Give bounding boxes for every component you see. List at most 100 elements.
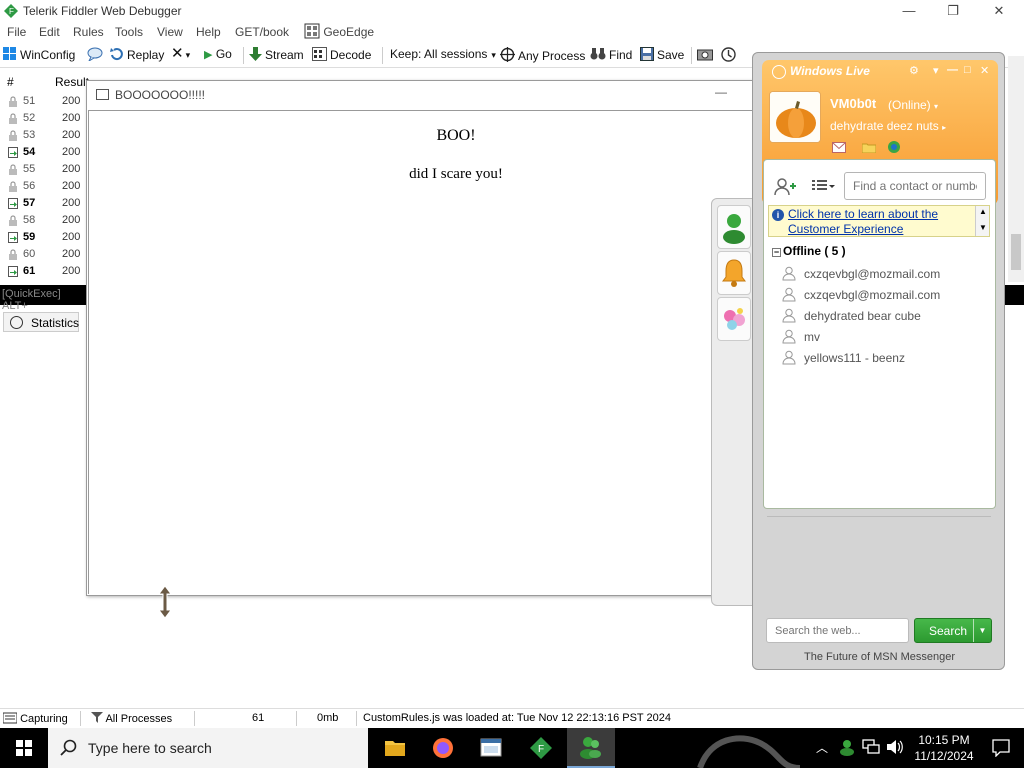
- fiddler-logo-icon: F: [530, 737, 552, 759]
- mail-icon[interactable]: [832, 142, 846, 153]
- volume-icon[interactable]: [886, 739, 904, 755]
- messenger-close-button[interactable]: ✕: [980, 64, 989, 77]
- search-web-input[interactable]: [766, 618, 909, 643]
- taskbar-window[interactable]: [467, 728, 515, 768]
- find-button[interactable]: Find: [590, 47, 632, 62]
- remove-button[interactable]: ✕ ▾: [171, 46, 190, 61]
- process-filter[interactable]: All Processes: [91, 712, 172, 725]
- scrollbar-thumb[interactable]: [1011, 234, 1021, 270]
- chevron-down-icon[interactable]: ▾: [933, 64, 939, 77]
- chevron-up-icon: ▲: [979, 207, 987, 216]
- replay-button[interactable]: Replay: [110, 47, 164, 62]
- session-result: 200: [62, 265, 81, 277]
- table-row[interactable]: 53 200: [0, 127, 88, 144]
- menu-file[interactable]: File: [7, 25, 26, 39]
- network-icon[interactable]: [862, 739, 880, 755]
- menu-rules[interactable]: Rules: [73, 25, 104, 39]
- boo-minimize-button[interactable]: —: [715, 85, 727, 99]
- column-header-number[interactable]: #: [7, 75, 14, 89]
- clock-time: 10:15 PM: [918, 733, 970, 747]
- menu-help[interactable]: Help: [196, 25, 221, 39]
- tab-alerts[interactable]: [717, 251, 751, 295]
- notifications-icon[interactable]: [992, 739, 1010, 757]
- messenger-minimize-button[interactable]: —: [947, 64, 958, 76]
- save-button[interactable]: Save: [640, 47, 684, 62]
- table-row[interactable]: 51 200: [0, 93, 88, 110]
- minimize-button[interactable]: —: [894, 2, 924, 20]
- personal-message[interactable]: dehydrate deez nuts ▸: [830, 119, 946, 133]
- messenger-tray-icon[interactable]: [838, 738, 856, 756]
- session-number: 61: [23, 265, 36, 277]
- tab-contacts[interactable]: [717, 205, 751, 249]
- session-number: 55: [23, 163, 36, 175]
- customer-experience-banner: i Click here to learn about the Customer…: [768, 205, 990, 237]
- boo-dialog-titlebar[interactable]: BOOOOOOO!!!!! —: [87, 81, 755, 109]
- messenger-maximize-button[interactable]: □: [964, 64, 971, 76]
- table-row[interactable]: 60 200: [0, 246, 88, 263]
- keep-sessions-dropdown[interactable]: Keep: All sessions ▾: [390, 47, 496, 61]
- menu-geoedge[interactable]: GeoEdge: [304, 23, 374, 39]
- table-row[interactable]: 59 200: [0, 229, 88, 246]
- avatar[interactable]: [769, 91, 821, 143]
- sessions-list[interactable]: # Result 51 200 52 200 53 200 54 200 55 200 56 200 5…: [0, 70, 89, 282]
- taskbar-messenger[interactable]: [567, 728, 615, 768]
- column-header-result[interactable]: Result: [55, 75, 89, 89]
- banner-scrollbar[interactable]: ▲ ▼: [975, 206, 989, 236]
- add-contact-icon[interactable]: [773, 176, 797, 196]
- spaces-icon[interactable]: [887, 140, 901, 154]
- table-row[interactable]: 61 200: [0, 263, 88, 280]
- taskbar-clock[interactable]: 10:15 PM 11/12/2024: [910, 732, 978, 764]
- menu-tools[interactable]: Tools: [115, 25, 143, 39]
- tab-games[interactable]: [717, 297, 751, 341]
- taskbar-search[interactable]: Type here to search: [48, 728, 368, 768]
- table-row[interactable]: 58 200: [0, 212, 88, 229]
- capturing-toggle[interactable]: Capturing: [2, 712, 68, 725]
- display-name[interactable]: VM0b0t: [830, 96, 876, 111]
- restore-button[interactable]: ❐: [938, 2, 968, 20]
- taskbar-search-label: Type here to search: [88, 740, 212, 756]
- screenshot-button[interactable]: [697, 47, 716, 62]
- quickexec-right-edge: [1004, 285, 1024, 305]
- any-process-button[interactable]: Any Process: [500, 47, 585, 63]
- quickexec-input[interactable]: [QuickExec] ALT+: [0, 285, 88, 312]
- winconfig-button[interactable]: WinConfig: [3, 47, 75, 62]
- list-view-icon[interactable]: [810, 176, 836, 196]
- table-row[interactable]: 56 200: [0, 178, 88, 195]
- comment-button[interactable]: [87, 47, 106, 62]
- table-row[interactable]: 55 200: [0, 161, 88, 178]
- boo-text: did I scare you!: [409, 166, 503, 182]
- taskbar-fiddler[interactable]: F: [517, 728, 565, 768]
- online-status[interactable]: (Online) ▾: [888, 98, 938, 112]
- go-button[interactable]: ▶ Go: [204, 47, 232, 61]
- chevron-down-icon[interactable]: ▼: [973, 619, 991, 642]
- table-row[interactable]: 54 200: [0, 144, 88, 161]
- folder-icon[interactable]: [862, 142, 876, 153]
- chevron-up-icon[interactable]: ︿: [816, 739, 828, 756]
- taskbar-file-explorer[interactable]: [371, 728, 419, 768]
- tab-statistics[interactable]: Statistics: [3, 312, 79, 332]
- menu-edit[interactable]: Edit: [39, 25, 60, 39]
- customer-experience-link[interactable]: Click here to learn about the Customer E…: [788, 207, 968, 237]
- collapse-icon[interactable]: −: [772, 248, 781, 257]
- messenger-settings-icon[interactable]: ⚙: [909, 64, 919, 77]
- timer-button[interactable]: [721, 47, 739, 63]
- decode-button[interactable]: Decode: [312, 47, 371, 62]
- table-row[interactable]: 57 200: [0, 195, 88, 212]
- group-offline[interactable]: − Offline ( 5 ): [772, 244, 846, 258]
- speech-bubble-icon: [87, 47, 103, 61]
- start-button[interactable]: [0, 728, 48, 768]
- stream-button[interactable]: Stream: [249, 47, 304, 62]
- messenger-side-tabs: [711, 198, 755, 606]
- home-icon[interactable]: [772, 65, 786, 79]
- find-contact-input[interactable]: [844, 172, 986, 200]
- taskbar-firefox[interactable]: [419, 728, 467, 768]
- boo-dialog-title: BOOOOOOO!!!!!: [115, 88, 206, 102]
- sessions-header: # Result: [0, 73, 89, 89]
- session-number: 58: [23, 214, 36, 226]
- search-button[interactable]: Search ▼: [914, 618, 992, 643]
- menu-get-book[interactable]: GET/book: [235, 25, 289, 39]
- table-row[interactable]: 52 200: [0, 110, 88, 127]
- sessions-scrollbar[interactable]: [1008, 56, 1024, 282]
- close-button[interactable]: ✕: [984, 2, 1014, 20]
- menu-view[interactable]: View: [157, 25, 183, 39]
